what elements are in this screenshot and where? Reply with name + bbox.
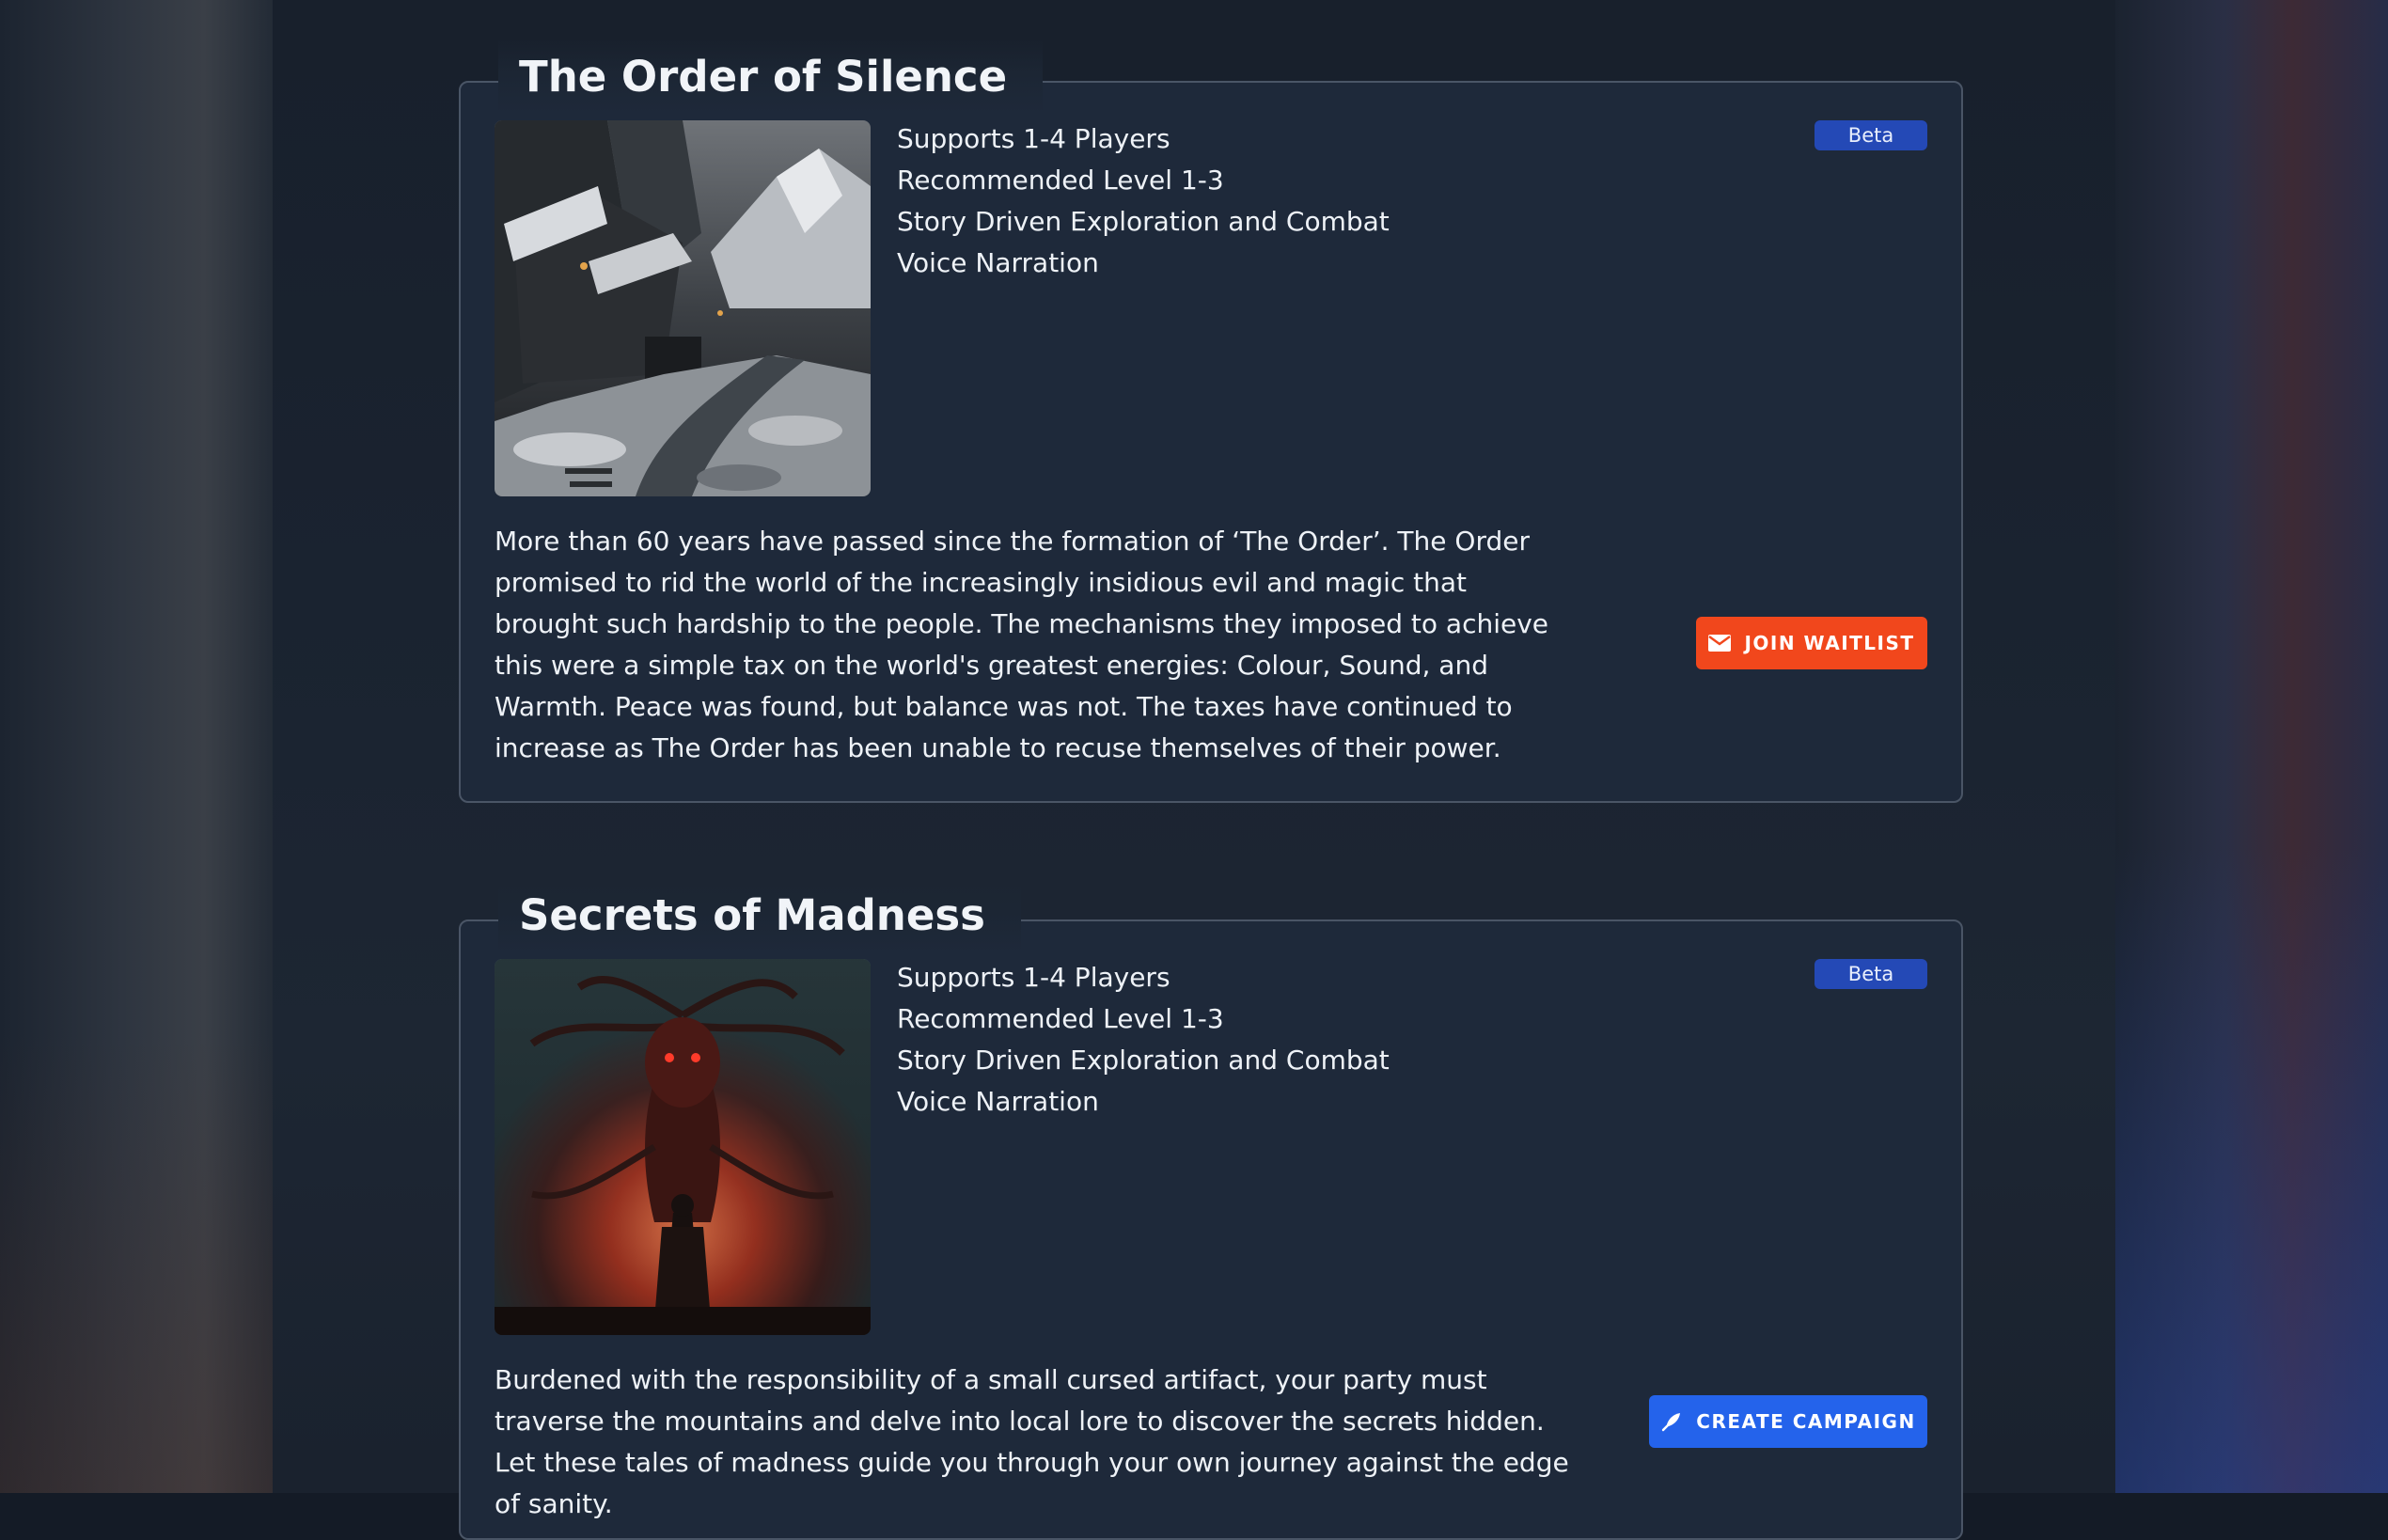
background-right-panel (2115, 0, 2388, 1493)
campaign-description: More than 60 years have passed since the… (495, 526, 1549, 763)
campaign-features-list: Supports 1-4 Players Recommended Level 1… (897, 957, 1390, 1123)
feature-level: Recommended Level 1-3 (897, 1003, 1224, 1034)
background-left-panel (0, 0, 273, 1493)
join-waitlist-button[interactable]: JOIN WAITLIST (1696, 617, 1927, 669)
beta-badge: Beta (1815, 120, 1927, 150)
quill-pen-icon (1660, 1410, 1683, 1433)
campaign-description: Burdened with the responsibility of a sm… (495, 1364, 1569, 1519)
feature-gameplay: Story Driven Exploration and Combat (897, 206, 1390, 237)
envelope-icon (1708, 635, 1732, 652)
feature-narration: Voice Narration (897, 1086, 1099, 1117)
beta-badge: Beta (1815, 959, 1927, 989)
feature-level: Recommended Level 1-3 (897, 165, 1224, 196)
create-campaign-label: CREATE CAMPAIGN (1696, 1410, 1916, 1433)
campaign-card-secrets-of-madness: Secrets of Madness Supports 1-4 Players … (459, 878, 1963, 1540)
campaign-image-snowy-village (495, 120, 871, 496)
campaign-features-list: Supports 1-4 Players Recommended Level 1… (897, 118, 1390, 284)
campaign-title: The Order of Silence (498, 39, 1044, 115)
feature-narration: Voice Narration (897, 247, 1099, 278)
campaign-image-tree-demon (495, 959, 871, 1335)
create-campaign-button[interactable]: CREATE CAMPAIGN (1649, 1395, 1927, 1448)
join-waitlist-label: JOIN WAITLIST (1744, 632, 1915, 654)
feature-gameplay: Story Driven Exploration and Combat (897, 1045, 1390, 1076)
campaign-card-order-of-silence: The Order of Silence Supports 1-4 Player… (459, 39, 1963, 803)
feature-players: Supports 1-4 Players (897, 962, 1170, 993)
campaign-title: Secrets of Madness (498, 878, 1021, 953)
feature-players: Supports 1-4 Players (897, 123, 1170, 154)
